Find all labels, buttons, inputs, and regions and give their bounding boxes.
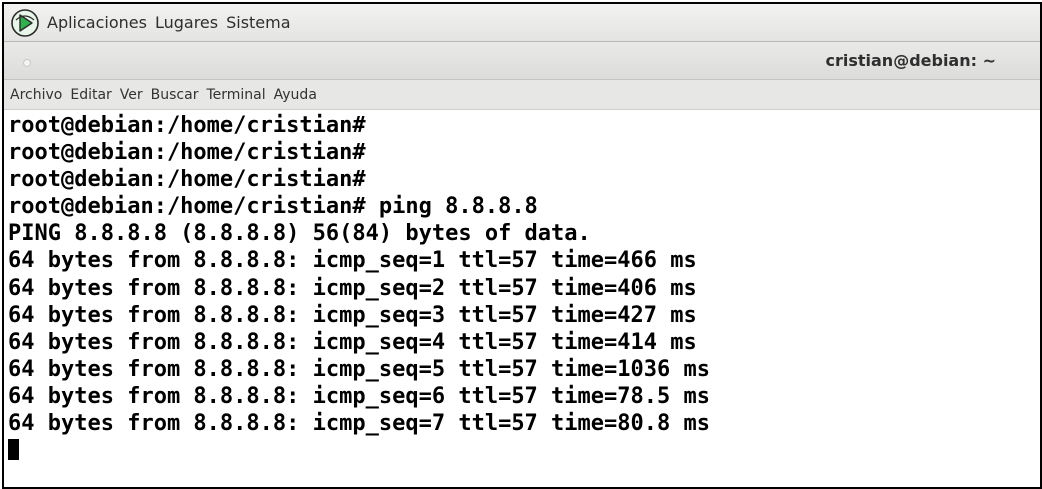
terminal-line: root@debian:/home/cristian#	[8, 113, 366, 138]
window-titlebar[interactable]: cristian@debian: ~	[4, 42, 1040, 80]
debian-logo-icon[interactable]	[10, 8, 40, 38]
terminal-line: 64 bytes from 8.8.8.8: icmp_seq=4 ttl=57…	[8, 329, 697, 355]
block-cursor	[8, 439, 19, 461]
terminal-line: 64 bytes from 8.8.8.8: icmp_seq=3 ttl=57…	[8, 302, 697, 328]
menu-editar[interactable]: Editar	[70, 87, 111, 103]
window-menu-icon[interactable]	[23, 59, 31, 67]
terminal-line: 64 bytes from 8.8.8.8: icmp_seq=7 ttl=57…	[8, 411, 710, 437]
terminal-line: PING 8.8.8.8 (8.8.8.8) 56(84) bytes of d…	[8, 221, 591, 247]
terminal-output[interactable]: root@debian:/home/cristian# root@debian:…	[4, 110, 1040, 464]
panel-menu-sistema[interactable]: Sistema	[225, 11, 291, 34]
terminal-line: 64 bytes from 8.8.8.8: icmp_seq=1 ttl=57…	[8, 248, 697, 274]
panel-menu-aplicaciones[interactable]: Aplicaciones	[46, 11, 148, 34]
menu-archivo[interactable]: Archivo	[10, 87, 62, 103]
terminal-line: root@debian:/home/cristian#	[8, 167, 366, 193]
terminal-line: root@debian:/home/cristian# ping 8.8.8.8	[8, 194, 538, 220]
terminal-menubar: Archivo Editar Ver Buscar Terminal Ayuda	[4, 80, 1040, 110]
menu-terminal[interactable]: Terminal	[206, 87, 265, 103]
terminal-line: 64 bytes from 8.8.8.8: icmp_seq=5 ttl=57…	[8, 356, 710, 382]
desktop-frame: Aplicaciones Lugares Sistema cristian@de…	[2, 2, 1042, 489]
terminal-line: 64 bytes from 8.8.8.8: icmp_seq=2 ttl=57…	[8, 275, 697, 301]
terminal-line: 64 bytes from 8.8.8.8: icmp_seq=6 ttl=57…	[8, 383, 710, 409]
terminal-cursor-line	[8, 437, 1040, 464]
panel-menu-lugares[interactable]: Lugares	[154, 11, 219, 34]
top-panel: Aplicaciones Lugares Sistema	[4, 4, 1040, 42]
menu-ayuda[interactable]: Ayuda	[274, 87, 317, 103]
window-title: cristian@debian: ~	[825, 51, 996, 70]
terminal-line: root@debian:/home/cristian#	[8, 140, 366, 166]
menu-ver[interactable]: Ver	[120, 87, 143, 103]
menu-buscar[interactable]: Buscar	[151, 87, 199, 103]
